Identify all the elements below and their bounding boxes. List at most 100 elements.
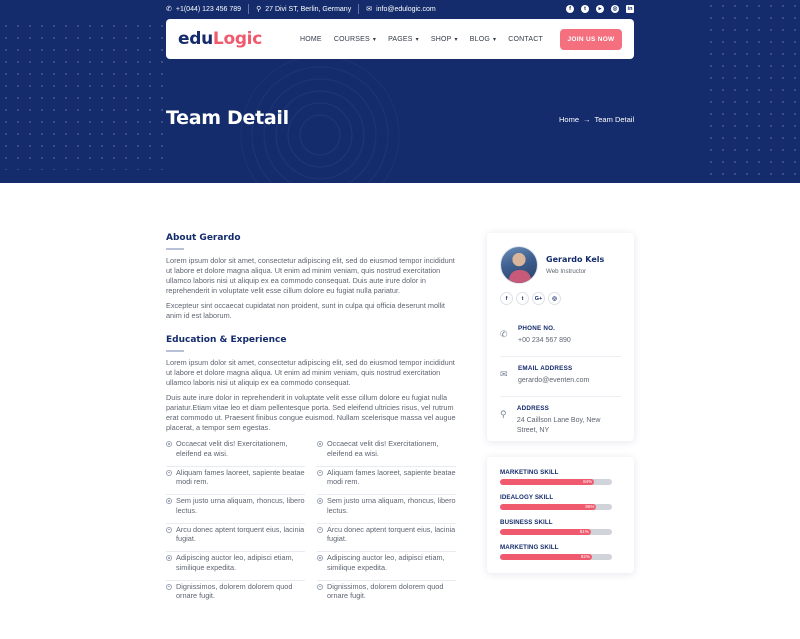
divider (358, 4, 360, 14)
dot-pattern-right (705, 0, 800, 183)
breadcrumb: Home → Team Detail (559, 115, 634, 124)
facebook-icon[interactable]: f (500, 292, 513, 305)
skill-item: MARKETING SKILL 82% (500, 544, 621, 560)
nav-shop[interactable]: SHOP ▾ (431, 36, 458, 43)
list-item: Dignissimos, dolorem dolorem quod ornare… (317, 581, 456, 610)
top-social-links: f t ▸ ◎ in (566, 5, 634, 13)
heading-underline (166, 350, 184, 352)
logo-du: du (189, 29, 213, 49)
list-item: Sem justo urna aliquam, rhoncus, libero … (317, 495, 456, 524)
skills-card: MARKETING SKILL 84% IDEALOGY SKILL 86% B… (487, 457, 634, 573)
profile-card: Gerardo Kels Web Instructor f t G+ ◎ ✆ P… (487, 233, 634, 441)
list-item: Aliquam fames laoreet, sapiente beatae m… (166, 467, 305, 495)
join-us-button[interactable]: JOIN US NOW (560, 28, 622, 50)
email-value[interactable]: gerardo@eventen.com (518, 376, 589, 386)
skill-name: MARKETING SKILL (500, 544, 559, 551)
nav-pages-label: PAGES (388, 35, 413, 43)
nav-pages[interactable]: PAGES ▾ (388, 36, 419, 43)
phone-icon: ✆ (500, 329, 508, 339)
top-email[interactable]: ✉ info@edulogic.com (366, 6, 436, 13)
skill-fill (500, 479, 595, 485)
skill-track: 84% (500, 479, 612, 485)
phone-value[interactable]: +00 234 567 890 (518, 336, 571, 346)
list-item: Sem justo urna aliquam, rhoncus, libero … (166, 495, 305, 524)
skill-percent: 82% (580, 554, 590, 559)
nav-home[interactable]: HOME (300, 36, 322, 43)
skill-track: 86% (500, 504, 612, 510)
skill-item: IDEALOGY SKILL 86% (500, 494, 621, 510)
divider (248, 4, 250, 14)
check-circle-icon (166, 526, 172, 533)
caret-down-icon: ▾ (493, 36, 497, 43)
twitter-icon[interactable]: t (516, 292, 529, 305)
skill-percent: 86% (585, 504, 595, 509)
skill-item: BUSINESS SKILL 81% (500, 519, 621, 535)
instagram-icon[interactable]: ◎ (611, 5, 619, 13)
arrow-right-icon: → (583, 115, 591, 124)
list-item: Adipiscing auctor leo, adipisci etiam, s… (317, 552, 456, 581)
list-item: Occaecat velit dis! Exercitationem, elei… (166, 438, 305, 467)
main-content: About Gerardo Lorem ipsum dolor sit amet… (166, 233, 456, 609)
skill-percent: 81% (579, 529, 589, 534)
top-phone-text: +1(044) 123 456 789 (175, 5, 242, 13)
facebook-icon[interactable]: f (566, 5, 574, 13)
avatar (500, 246, 538, 284)
phone-label: PHONE NO. (518, 325, 556, 332)
nav-home-label: HOME (300, 35, 322, 43)
list-item-text: Aliquam fames laoreet, sapiente beatae m… (327, 467, 456, 487)
phone-icon: ✆ (166, 5, 172, 13)
nav-shop-label: SHOP (430, 35, 452, 43)
youtube-icon[interactable]: ▸ (596, 5, 604, 13)
heading-underline (166, 248, 184, 250)
nav-contact-label: CONTACT (508, 35, 543, 43)
breadcrumb-home[interactable]: Home (559, 115, 579, 124)
check-circle-icon (317, 555, 323, 561)
google-plus-icon[interactable]: G+ (532, 292, 545, 305)
list-item: Adipiscing auctor leo, adipisci etiam, s… (166, 552, 305, 581)
check-circle-icon (317, 441, 323, 447)
education-paragraph-2: Duis aute irure dolor in reprehenderit i… (166, 393, 456, 432)
address-value: 24 Caillson Lane Boy, New Street, NY (516, 417, 601, 434)
map-pin-icon: ⚲ (500, 409, 507, 419)
list-item-text: Arcu donec aptent torquent eius, lacinia… (327, 524, 456, 544)
contact-email: ✉ EMAIL ADDRESS gerardo@eventen.com (500, 357, 621, 397)
list-item-text: Occaecat velit dis! Exercitationem, elei… (327, 439, 439, 458)
contact-address: ⚲ ADDRESS 24 Caillson Lane Boy, New Stre… (500, 397, 621, 445)
skill-fill (500, 554, 592, 560)
nav-contact[interactable]: CONTACT (508, 36, 543, 43)
list-item-text: Sem justo urna aliquam, rhoncus, libero … (176, 496, 305, 515)
list-item: Dignissimos, dolorem dolorem quod ornare… (166, 581, 305, 610)
profile-social-links: f t G+ ◎ (500, 292, 621, 305)
contact-phone: ✆ PHONE NO. +00 234 567 890 (500, 317, 621, 357)
check-circle-icon (166, 583, 172, 590)
top-phone[interactable]: ✆ +1(044) 123 456 789 (166, 6, 241, 13)
instagram-icon[interactable]: ◎ (548, 292, 561, 305)
skill-item: MARKETING SKILL 84% (500, 469, 621, 485)
about-paragraph-1: Lorem ipsum dolor sit amet, consectetur … (166, 256, 455, 295)
list-item: Arcu donec aptent torquent eius, lacinia… (317, 524, 456, 552)
top-address: ⚲ 27 Divi ST, Berlin, Germany (256, 6, 351, 13)
site-logo[interactable]: e du Logic (178, 29, 296, 49)
list-item-text: Dignissimos, dolorem dolorem quod ornare… (327, 581, 444, 601)
list-item-text: Sem justo urna aliquam, rhoncus, libero … (327, 496, 456, 515)
map-pin-icon: ⚲ (256, 5, 262, 13)
about-heading: About Gerardo (166, 233, 241, 243)
page-hero: ✆ +1(044) 123 456 789 ⚲ 27 Divi ST, Berl… (0, 0, 800, 183)
skill-track: 81% (500, 529, 612, 535)
skill-name: BUSINESS SKILL (500, 519, 553, 526)
list-item-text: Occaecat velit dis! Exercitationem, elei… (176, 439, 288, 458)
nav-courses-label: COURSES (333, 35, 370, 43)
list-item-text: Aliquam fames laoreet, sapiente beatae m… (176, 467, 305, 487)
breadcrumb-current: Team Detail (594, 115, 635, 124)
about-paragraph-2: Excepteur sint occaecat cupidatat non pr… (166, 301, 445, 320)
skill-name: MARKETING SKILL (500, 469, 559, 476)
twitter-icon[interactable]: t (581, 5, 589, 13)
address-label: ADDRESS (516, 405, 550, 412)
skill-fill (500, 504, 597, 510)
logo-e: e (178, 29, 190, 49)
linkedin-icon[interactable]: in (626, 5, 634, 13)
nav-courses[interactable]: COURSES ▾ (334, 36, 376, 43)
nav-blog[interactable]: BLOG ▾ (470, 36, 496, 43)
envelope-icon: ✉ (500, 369, 508, 379)
list-item-text: Adipiscing auctor leo, adipisci etiam, s… (327, 553, 445, 572)
